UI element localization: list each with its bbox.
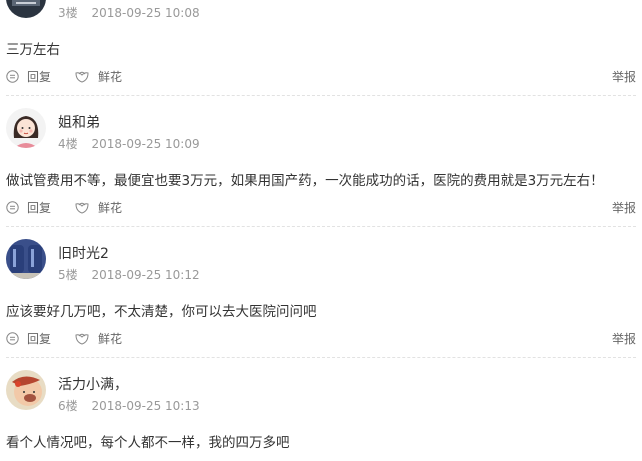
comment-thread: 3楼 2018-09-25 10:08 三万左右 回复 鲜花 举报 姐和弟 4楼… [0, 0, 642, 461]
reply-label: 回复 [27, 200, 52, 215]
post-actions: 回复 鲜花 举报 [6, 328, 636, 348]
flower-button[interactable]: 鲜花 [74, 197, 122, 217]
reply-icon [6, 200, 19, 214]
flower-icon [75, 333, 89, 345]
post-time: 2018-09-25 10:13 [91, 399, 200, 413]
report-label: 举报 [611, 331, 636, 346]
floor-number: 5楼 [58, 268, 78, 282]
post-content: 看个人情况吧，每个人都不一样，我的四万多吧 [6, 435, 290, 451]
flower-button[interactable]: 鲜花 [74, 66, 122, 86]
post-content: 做试管费用不等，最便宜也要3万元，如果用国产药，一次能成功的话，医院的费用就是3… [6, 173, 604, 189]
username[interactable]: 姐和弟 [58, 112, 100, 132]
flower-label: 鲜花 [98, 200, 123, 215]
user-avatar-icon [6, 370, 46, 410]
flower-icon [75, 202, 89, 214]
flower-label: 鲜花 [98, 331, 123, 346]
post-meta: 6楼 2018-09-25 10:13 [58, 397, 200, 414]
reply-button[interactable]: 回复 [6, 328, 51, 348]
user-avatar-icon [6, 108, 46, 148]
divider [6, 357, 636, 358]
username[interactable]: 旧时光2 [58, 243, 109, 263]
avatar[interactable] [6, 239, 46, 279]
floor-number: 6楼 [58, 399, 78, 413]
report-button[interactable]: 举报 [612, 197, 636, 217]
reply-icon [6, 331, 19, 345]
floor-number: 4楼 [58, 137, 78, 151]
divider [6, 226, 636, 227]
post-meta: 3楼 2018-09-25 10:08 [58, 4, 200, 21]
report-button[interactable]: 举报 [612, 66, 636, 86]
user-avatar-icon [6, 0, 46, 18]
flower-button[interactable] [74, 457, 98, 461]
post-time: 2018-09-25 10:12 [91, 268, 200, 282]
post-actions: 回复 鲜花 举报 [6, 66, 636, 86]
avatar[interactable] [6, 108, 46, 148]
reply-label: 回复 [27, 331, 52, 346]
divider [6, 95, 636, 96]
reply-button[interactable]: 回复 [6, 197, 51, 217]
username[interactable]: 活力小满， [58, 374, 128, 394]
floor-number: 3楼 [58, 6, 78, 20]
reply-icon [6, 69, 19, 83]
flower-icon [75, 71, 89, 83]
reply-button[interactable]: 回复 [6, 66, 51, 86]
post-time: 2018-09-25 10:08 [91, 6, 200, 20]
post-meta: 5楼 2018-09-25 10:12 [58, 266, 200, 283]
user-avatar-icon [6, 239, 46, 279]
report-button[interactable]: 举报 [612, 328, 636, 348]
flower-button[interactable]: 鲜花 [74, 328, 122, 348]
avatar[interactable] [6, 0, 46, 18]
post-content: 三万左右 [6, 42, 60, 58]
post-meta: 4楼 2018-09-25 10:09 [58, 135, 200, 152]
post-actions: 回复 鲜花 举报 [6, 197, 636, 217]
avatar[interactable] [6, 370, 46, 410]
reply-label: 回复 [27, 69, 52, 84]
post-actions [6, 457, 636, 461]
reply-button[interactable] [6, 457, 27, 461]
report-label: 举报 [611, 200, 636, 215]
post-content: 应该要好几万吧，不太清楚，你可以去大医院问问吧 [6, 304, 317, 320]
post-time: 2018-09-25 10:09 [91, 137, 200, 151]
flower-label: 鲜花 [98, 69, 123, 84]
report-label: 举报 [611, 69, 636, 84]
